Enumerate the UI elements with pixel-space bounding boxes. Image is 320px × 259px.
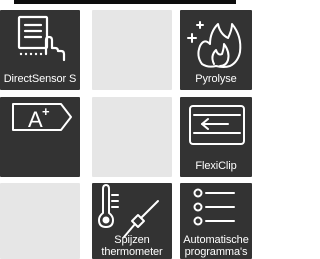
top-bar — [14, 0, 236, 4]
energy-label-a-plus-icon: A + — [12, 103, 72, 132]
feature-tile-pyrolyse[interactable]: Pyrolyse — [180, 10, 252, 90]
tile-label-line: thermometer — [101, 246, 163, 258]
feature-tile-flexiclip[interactable]: FlexiClip — [180, 97, 252, 177]
feature-tile-empty — [92, 97, 172, 177]
feature-tile-empty — [92, 10, 172, 90]
tile-label: Spijzen thermometer — [92, 234, 172, 258]
tile-label: Pyrolyse — [195, 73, 237, 85]
feature-tile-directsensor[interactable]: DirectSensor S — [0, 10, 80, 90]
energy-label-text: A — [28, 107, 43, 132]
tile-label: DirectSensor S — [3, 73, 77, 85]
feature-tile-empty — [0, 183, 80, 259]
energy-label-sup: + — [42, 104, 50, 119]
tile-label: FlexiClip — [195, 160, 237, 172]
feature-tile-energy-label[interactable]: A + — [0, 97, 80, 177]
tile-label-line: Automatische — [183, 234, 249, 246]
feature-tile-meat-thermometer[interactable]: Spijzen thermometer — [92, 183, 172, 259]
feature-tile-auto-programs[interactable]: Automatische programma's — [180, 183, 252, 259]
tile-label-line: Spijzen — [114, 234, 150, 246]
tile-label-line: programma's — [184, 246, 248, 258]
tile-label: Automatische programma's — [180, 234, 252, 258]
